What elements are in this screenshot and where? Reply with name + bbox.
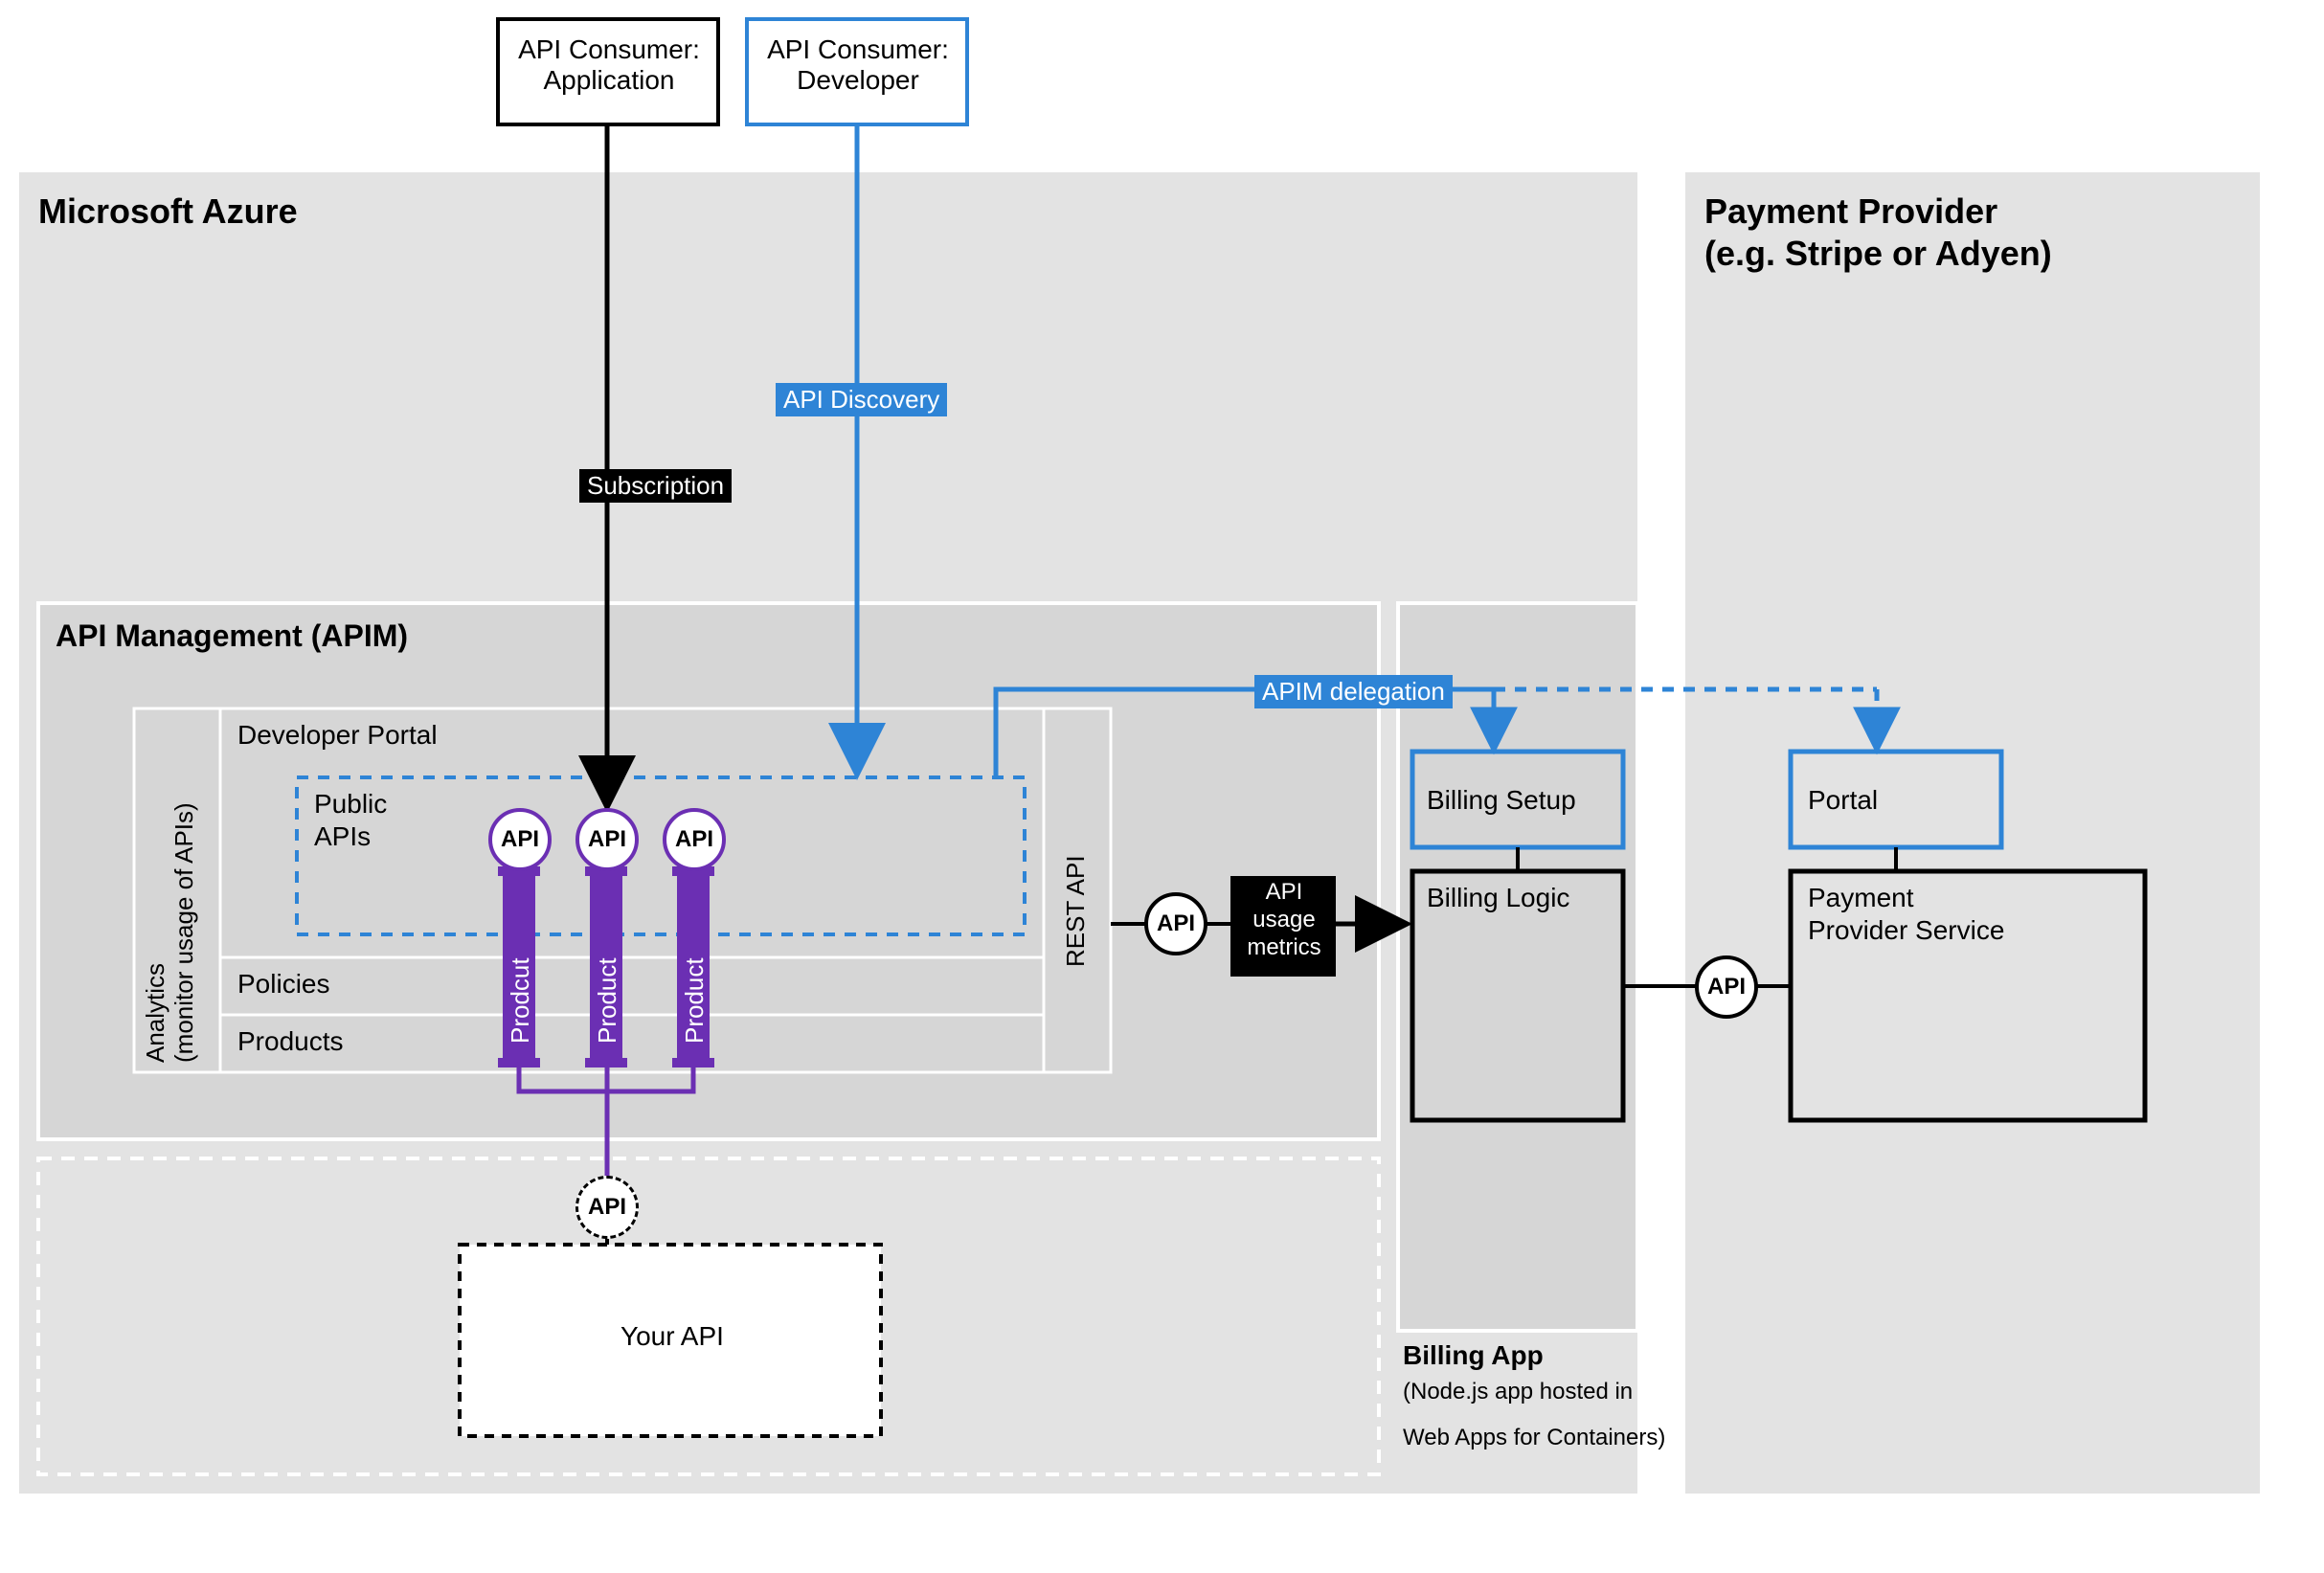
consumer-dev-line2: Developer [797, 65, 919, 95]
billing-app-sub1: (Node.js app hosted in [1403, 1379, 1633, 1405]
apim-delegation-label: APIM delegation [1254, 675, 1453, 708]
dev-portal-label: Developer Portal [237, 720, 438, 751]
api-usage-line1: API [1266, 879, 1303, 905]
public-apis-line2: APIs [314, 821, 371, 852]
payment-region-title2: (e.g. Stripe or Adyen) [1704, 234, 2052, 274]
policies-label: Policies [237, 969, 329, 1000]
api-usage-metrics: API usage metrics [1238, 879, 1330, 961]
products-label: Products [237, 1026, 344, 1057]
public-apis-line1: Public [314, 789, 387, 820]
billing-setup-label: Billing Setup [1427, 785, 1576, 816]
analytics-line2: (monitor usage of APIs) [169, 802, 198, 1063]
product-pill-3: Product [680, 910, 710, 1044]
azure-region-title: Microsoft Azure [38, 191, 298, 232]
consumer-application: API Consumer: Application [513, 34, 705, 96]
provider-service-line1: Payment [1808, 883, 1914, 913]
api-usage-line2: usage [1252, 907, 1315, 933]
api-usage-line3: metrics [1247, 934, 1320, 960]
api-icon-provider: API [1695, 955, 1758, 1019]
billing-app-sub2: Web Apps for Containers) [1403, 1425, 1665, 1451]
billing-logic-label: Billing Logic [1427, 883, 1569, 913]
analytics-label: Analytics (monitor usage of APIs) [142, 728, 199, 1063]
your-api-label: Your API [620, 1321, 724, 1352]
api-icon-product-1: API [488, 808, 552, 871]
billing-app-title: Billing App [1403, 1340, 1544, 1371]
consumer-developer: API Consumer: Developer [762, 34, 954, 96]
rest-api-label: REST API [1061, 833, 1091, 967]
api-icon-product-3: API [663, 808, 726, 871]
subscription-label: Subscription [579, 469, 732, 503]
consumer-app-line1: API Consumer: [518, 34, 700, 64]
product-pill-1: Prodcut [506, 910, 535, 1044]
payment-region-title1: Payment Provider [1704, 191, 1997, 232]
api-icon-product-2: API [575, 808, 639, 871]
product-pill-2: Product [593, 910, 622, 1044]
provider-service-line2: Provider Service [1808, 915, 2004, 946]
consumer-app-line2: Application [544, 65, 675, 95]
analytics-line1: Analytics [141, 963, 169, 1063]
portal-label: Portal [1808, 785, 1878, 816]
api-discovery-label: API Discovery [776, 383, 947, 416]
api-icon-rest: API [1144, 892, 1207, 955]
api-icon-your-api: API [575, 1176, 639, 1239]
consumer-dev-line1: API Consumer: [767, 34, 949, 64]
apim-title: API Management (APIM) [56, 618, 408, 654]
